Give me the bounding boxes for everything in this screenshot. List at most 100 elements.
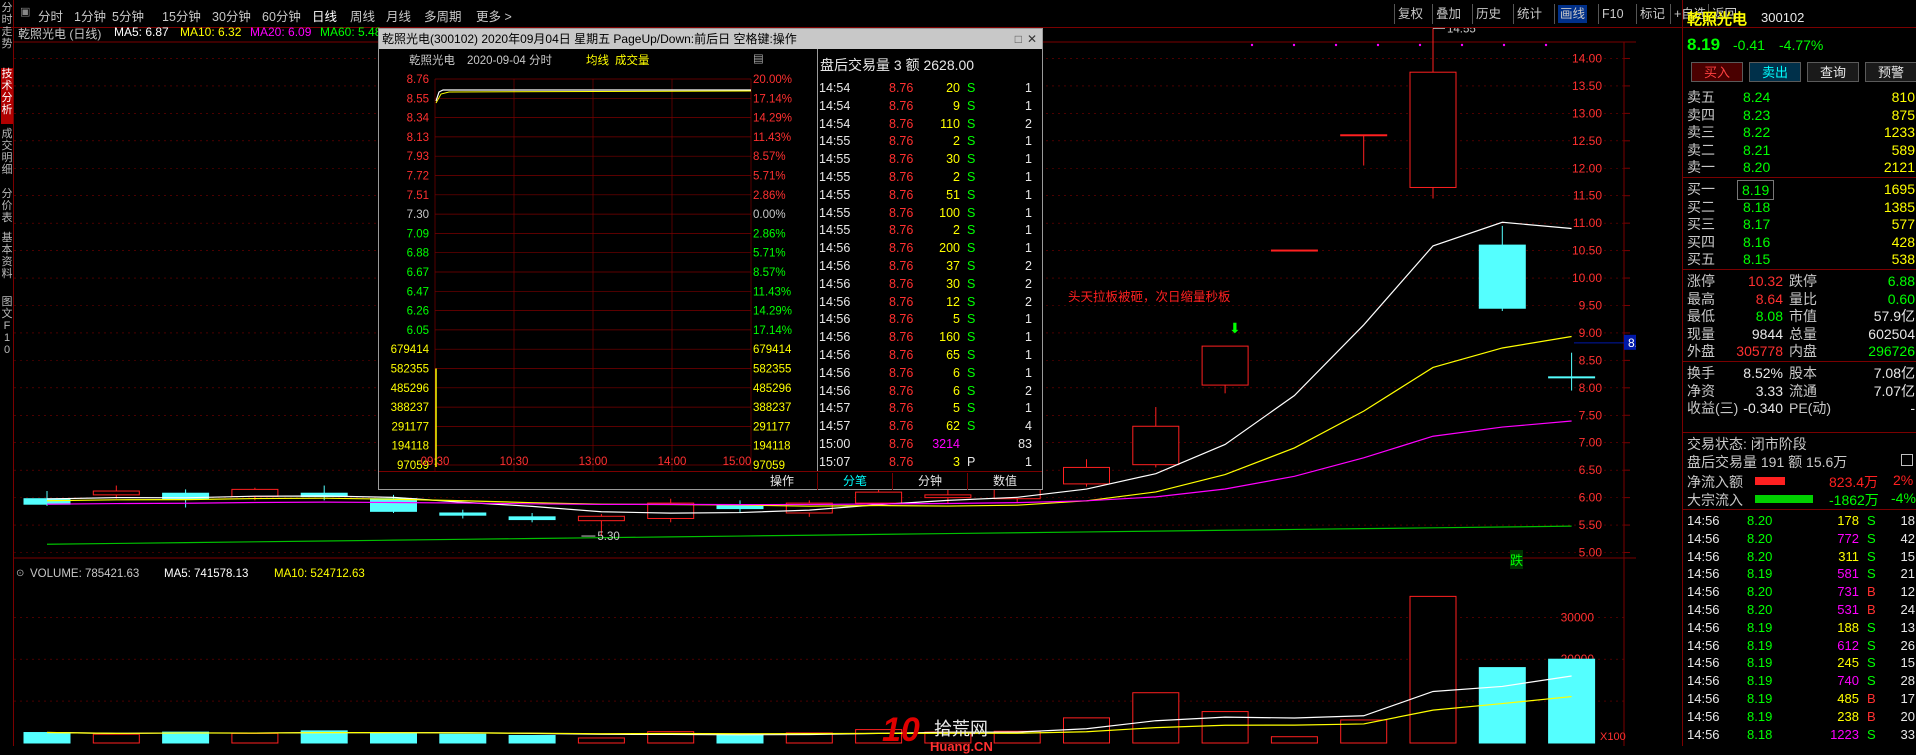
trade-volume: 160 xyxy=(939,330,960,345)
price-tick-label: 12.00 xyxy=(1572,161,1602,175)
nav-item-1[interactable]: 技术分析 xyxy=(1,68,13,124)
candle-body[interactable] xyxy=(1270,249,1318,252)
candle-body[interactable] xyxy=(1063,466,1110,485)
price-tick-label: 9.50 xyxy=(1579,298,1603,312)
ask-row: 卖二 8.21 589 xyxy=(1685,141,1916,159)
tab-9[interactable]: 多周期 xyxy=(424,6,462,25)
quote-btn-3[interactable]: 预警 xyxy=(1865,62,1916,82)
quote-btn-1[interactable]: 卖出 xyxy=(1749,62,1801,82)
volume-bar[interactable] xyxy=(508,734,556,744)
volume-bar[interactable] xyxy=(716,734,764,744)
close-icon[interactable]: ✕ xyxy=(1027,29,1037,49)
candle-body[interactable] xyxy=(23,498,71,505)
nav-item-3[interactable]: 分价表 xyxy=(1,188,13,230)
volume-bar[interactable] xyxy=(439,733,487,744)
volume-bar[interactable] xyxy=(92,733,140,744)
ask-price: 8.20 xyxy=(1743,159,1771,175)
nav-item-0[interactable]: 分时走势 xyxy=(1,2,13,64)
chart-menu-icon[interactable]: ▣ xyxy=(20,5,30,18)
popup-tab-3[interactable]: 数值 xyxy=(967,473,1042,490)
stat-row: 涨停 10.32 跌停 6.88 xyxy=(1685,272,1916,290)
tab-7[interactable]: 周线 xyxy=(350,6,375,25)
popup-tab-2[interactable]: 分钟 xyxy=(892,473,967,490)
toolbar-btn-4[interactable]: 画线 xyxy=(1558,5,1588,23)
intraday-pct-label: 8.57% xyxy=(753,151,786,163)
candle-body[interactable] xyxy=(1340,134,1388,137)
candle-body[interactable] xyxy=(370,498,417,512)
popup-menu-icon[interactable]: ▤ xyxy=(753,51,764,65)
volume-bar[interactable] xyxy=(370,732,417,744)
bid-row: 买三 8.17 577 xyxy=(1685,215,1916,233)
tab-6[interactable]: 日线 xyxy=(312,6,337,25)
volume-bar[interactable] xyxy=(1548,658,1596,744)
tab-4[interactable]: 30分钟 xyxy=(212,6,251,25)
trade-count: 1 xyxy=(1025,348,1032,362)
trade-count: 2 xyxy=(1025,294,1032,309)
candle-body[interactable] xyxy=(1132,425,1180,466)
trade-count: 1 xyxy=(1025,330,1032,345)
volume-bar[interactable] xyxy=(1270,736,1318,744)
toolbar-btn-3[interactable]: 统计 xyxy=(1517,5,1542,23)
restore-icon[interactable]: □ xyxy=(1015,29,1022,49)
after-hours: 盘后交易量 191 额 15.6万 xyxy=(1687,454,1848,470)
toolbar-divider xyxy=(1598,4,1599,24)
toolbar-btn-0[interactable]: 复权 xyxy=(1398,5,1423,23)
volume-bar[interactable] xyxy=(1201,711,1249,744)
stat-value: 8.64 xyxy=(1755,290,1783,307)
candle-body[interactable] xyxy=(231,488,279,498)
popup-tab-0[interactable]: 操作 xyxy=(747,473,817,490)
tab-2[interactable]: 5分钟 xyxy=(112,6,144,25)
candle-body[interactable] xyxy=(1409,71,1457,188)
candle-body[interactable] xyxy=(924,494,972,499)
tab-1[interactable]: 1分钟 xyxy=(74,6,106,25)
intraday-pct-label: 17.14% xyxy=(753,325,792,337)
candle-body[interactable] xyxy=(439,512,487,516)
price-tick-label: 14.00 xyxy=(1572,51,1602,65)
volume-bar[interactable] xyxy=(231,732,279,744)
toolbar-btn-2[interactable]: 历史 xyxy=(1476,5,1501,23)
volume-bar[interactable] xyxy=(1409,595,1457,744)
volume-bar[interactable] xyxy=(162,731,210,744)
candle-body[interactable] xyxy=(508,516,556,521)
trade-time: 14:54 xyxy=(819,116,851,131)
tick-price: 8.19 xyxy=(1747,691,1773,706)
marker-dot xyxy=(1418,43,1422,47)
ask-label: 卖四 xyxy=(1687,106,1715,123)
stat-row: 最高 8.64 量比 0.60 xyxy=(1685,290,1916,308)
quote-btn-2[interactable]: 查询 xyxy=(1807,62,1859,82)
popup-tab-1[interactable]: 分笔 xyxy=(817,473,892,490)
expand-icon[interactable] xyxy=(1901,454,1913,466)
collapse-icon[interactable]: ⊙ xyxy=(16,568,24,579)
trade-count: 83 xyxy=(1018,437,1032,451)
tab-10[interactable]: 更多 > xyxy=(476,6,512,25)
tab-5[interactable]: 60分钟 xyxy=(262,6,301,25)
toolbar-btn-5[interactable]: F10 xyxy=(1602,5,1624,23)
candle-body[interactable] xyxy=(92,490,140,496)
intraday-chart[interactable]: 8.76 20.00% 8.55 17.14% 8.34 14.29% 8.13 11.43%… xyxy=(379,67,817,471)
quote-btn-0[interactable]: 买入 xyxy=(1691,62,1743,82)
tab-0[interactable]: 分时 xyxy=(38,6,63,25)
tick-volume: 238 xyxy=(1837,708,1859,724)
candle-body[interactable] xyxy=(716,505,764,510)
volume-bar[interactable] xyxy=(23,732,71,744)
trade-volume: 30 xyxy=(946,276,960,291)
volume-bar[interactable] xyxy=(577,737,625,744)
stat-label-2: 内盘 xyxy=(1789,343,1817,359)
candle-body[interactable] xyxy=(647,502,695,519)
candle-body[interactable] xyxy=(577,515,625,522)
nav-item-4[interactable]: 基本资料 xyxy=(1,232,13,292)
toolbar-btn-6[interactable]: 标记 xyxy=(1640,5,1665,23)
tick-count: 42 xyxy=(1900,530,1915,546)
stat-row: 收益(三) -0.340 PE(动) - xyxy=(1685,399,1916,417)
tab-3[interactable]: 15分钟 xyxy=(162,6,201,25)
candle-body[interactable] xyxy=(1548,376,1596,379)
toolbar-btn-1[interactable]: 叠加 xyxy=(1436,5,1461,23)
trade-side: S xyxy=(967,383,976,398)
nav-item-2[interactable]: 成交明细 xyxy=(1,128,13,184)
tab-8[interactable]: 月线 xyxy=(386,6,411,25)
nav-item-5[interactable]: 图文F10 xyxy=(1,296,13,356)
candle-body[interactable] xyxy=(1478,244,1526,309)
volume-bar[interactable] xyxy=(1132,692,1180,744)
candle-body[interactable] xyxy=(1201,345,1249,386)
candle-body[interactable] xyxy=(855,491,903,504)
